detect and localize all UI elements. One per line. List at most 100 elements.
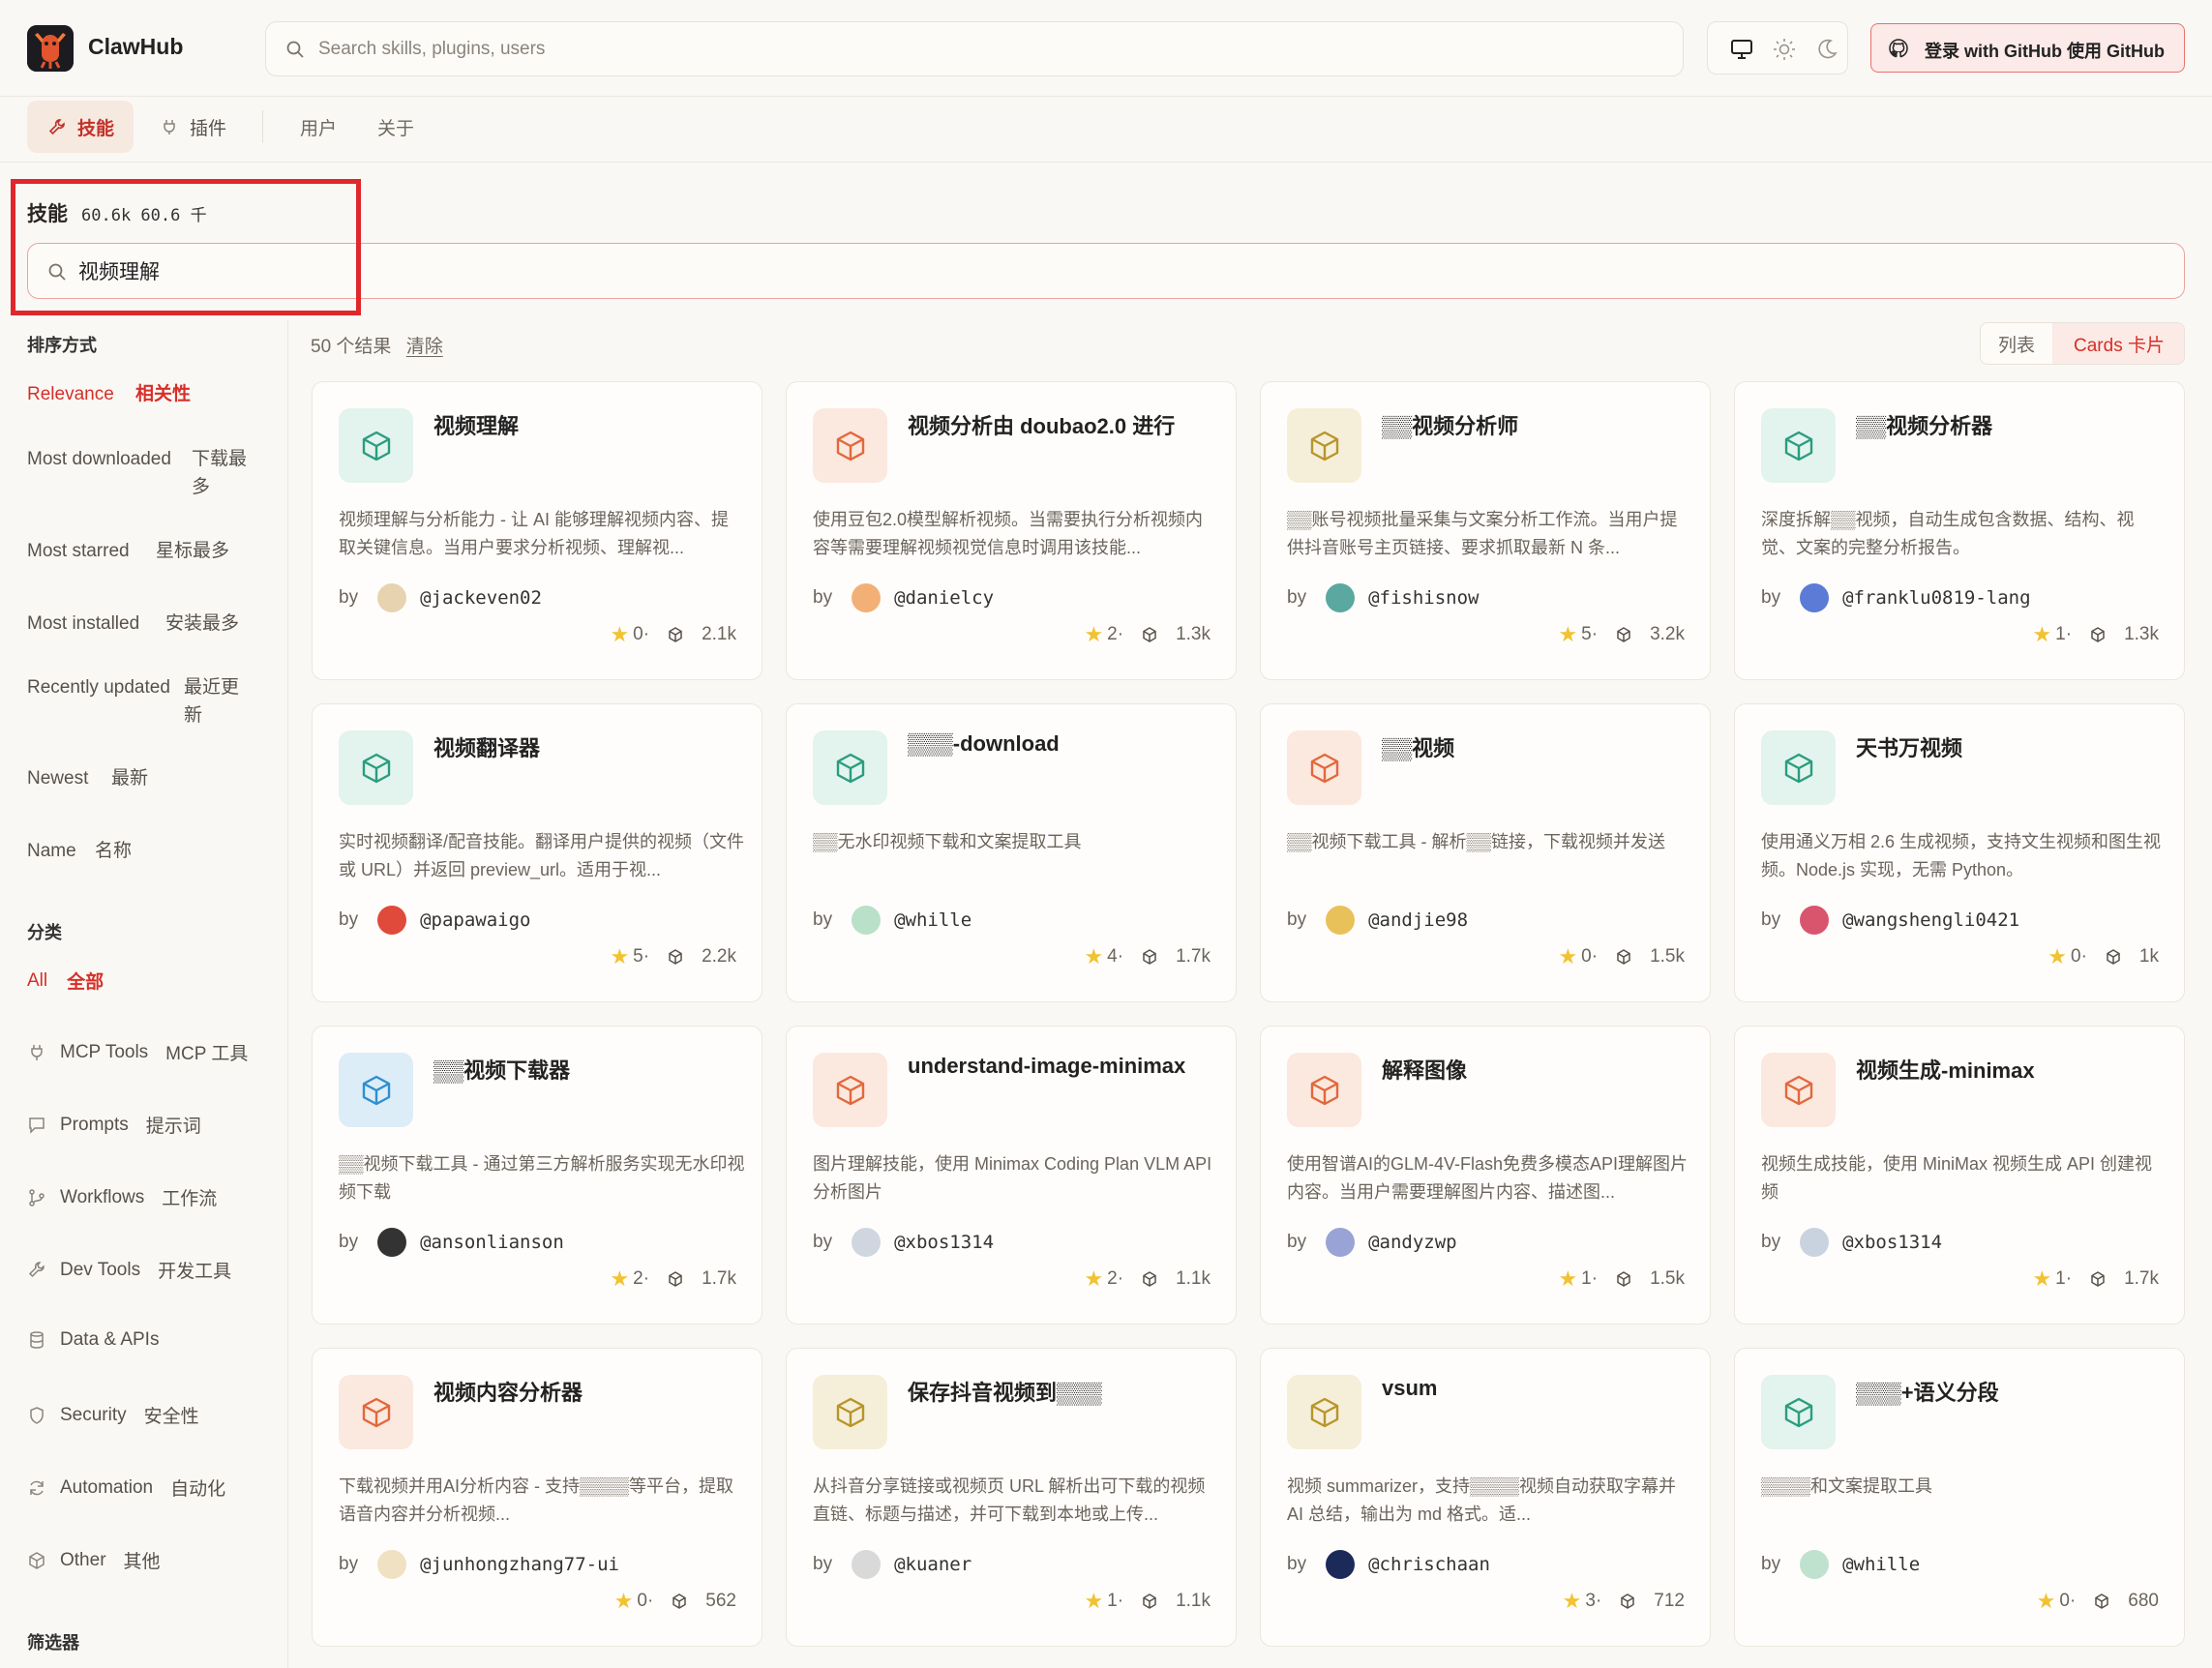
skill-title[interactable]: 视频翻译器 xyxy=(433,731,743,762)
category-security[interactable]: Security 安全性 xyxy=(27,1402,199,1428)
skill-author: by @xbos1314 xyxy=(813,1228,994,1257)
skill-title[interactable]: understand-image-minimax xyxy=(908,1054,1217,1079)
skill-title[interactable]: ▒▒视频分析器 xyxy=(1856,409,2166,440)
sort-most-starred[interactable]: Most starred 星标最多 xyxy=(27,537,229,565)
author-handle[interactable]: @papawaigo xyxy=(420,909,530,931)
clear-results-link[interactable]: 清除 xyxy=(406,337,443,357)
category-label-en: MCP Tools xyxy=(60,1041,149,1062)
avatar xyxy=(377,1228,407,1257)
star-count: 2 xyxy=(633,1268,643,1289)
skill-card[interactable]: ▒▒视频分析器 深度拆解▒▒视频，自动生成包含数据、结构、视觉、文案的完整分析报… xyxy=(1734,381,2185,680)
by-label: by xyxy=(1761,1554,1781,1574)
category-mcp-tools[interactable]: MCP Tools MCP 工具 xyxy=(27,1039,248,1065)
sort-newest[interactable]: Newest 最新 xyxy=(27,764,148,792)
monitor-icon[interactable] xyxy=(1729,37,1754,62)
author-handle[interactable]: @whille xyxy=(1842,1554,1920,1575)
tab-users[interactable]: 用户 xyxy=(300,101,337,153)
app-name[interactable]: ClawHub xyxy=(88,34,183,60)
author-handle[interactable]: @wangshengli0421 xyxy=(1842,909,2019,931)
author-handle[interactable]: @ansonlianson xyxy=(420,1232,564,1253)
tab-plugins[interactable]: 插件 xyxy=(155,101,252,153)
author-handle[interactable]: @jackeven02 xyxy=(420,587,542,609)
category-automation[interactable]: Automation 自动化 xyxy=(27,1474,225,1501)
global-search[interactable] xyxy=(265,21,1684,76)
tab-about-label: 关于 xyxy=(377,118,415,139)
view-cards-button[interactable]: Cards 卡片 xyxy=(2052,323,2184,364)
moon-icon[interactable] xyxy=(1814,37,1839,62)
skill-card[interactable]: ▒▒视频 ▒▒视频下载工具 - 解析▒▒链接，下载视频并发送 by @andji… xyxy=(1260,703,1711,1002)
author-handle[interactable]: @fishisnow xyxy=(1368,587,1479,609)
skill-title[interactable]: 保存抖音视频到▒▒▒ xyxy=(908,1376,1217,1407)
view-list-button[interactable]: 列表 xyxy=(1981,323,2052,364)
skill-stats: ★ 5 · 3.2k xyxy=(1558,622,1685,647)
skill-card[interactable]: ▒▒▒-download ▒▒无水印视频下载和文案提取工具 by @whille… xyxy=(786,703,1237,1002)
author-handle[interactable]: @whille xyxy=(894,909,971,931)
install-count: 1.7k xyxy=(1176,946,1211,967)
skill-card[interactable]: 保存抖音视频到▒▒▒ 从抖音分享链接或视频页 URL 解析出可下载的视频直链、标… xyxy=(786,1348,1237,1647)
skill-search-input[interactable] xyxy=(78,256,2159,285)
skill-card[interactable]: vsum 视频 summarizer，支持▒▒▒▒视频自动获取字幕并 AI 总结… xyxy=(1260,1348,1711,1647)
author-handle[interactable]: @xbos1314 xyxy=(894,1232,994,1253)
category-other[interactable]: Other 其他 xyxy=(27,1547,161,1573)
category-data-apis[interactable]: Data & APIs xyxy=(27,1329,176,1351)
skill-description: 下载视频并用AI分析内容 - 支持▒▒▒▒等平台，提取语音内容并分析视频... xyxy=(339,1476,734,1524)
tab-about[interactable]: 关于 xyxy=(377,101,414,153)
author-handle[interactable]: @chrischaan xyxy=(1368,1554,1490,1575)
author-handle[interactable]: @xbos1314 xyxy=(1842,1232,1942,1253)
sort-recently-updated[interactable]: Recently updated 最近更新 xyxy=(27,673,246,730)
author-handle[interactable]: @danielcy xyxy=(894,587,994,609)
sort-name[interactable]: Name 名称 xyxy=(27,837,132,865)
skill-title[interactable]: ▒▒视频 xyxy=(1382,731,1691,762)
tab-skills[interactable]: 技能 xyxy=(27,101,134,153)
author-handle[interactable]: @junhongzhang77-ui xyxy=(420,1554,619,1575)
skill-card[interactable]: ▒▒▒+语义分段 ▒▒▒▒和文案提取工具 by @whille ★ 0 · 680 xyxy=(1734,1348,2185,1647)
skill-card[interactable]: ▒▒视频下载器 ▒▒视频下载工具 - 通过第三方解析服务实现无水印视频下载 by… xyxy=(312,1026,762,1325)
skill-title[interactable]: 解释图像 xyxy=(1382,1054,1691,1085)
category-workflows[interactable]: Workflows 工作流 xyxy=(27,1184,217,1210)
skill-title[interactable]: 视频内容分析器 xyxy=(433,1376,743,1407)
skill-title[interactable]: 视频理解 xyxy=(433,409,743,440)
global-search-input[interactable] xyxy=(318,36,1654,63)
install-count: 1.3k xyxy=(2124,624,2159,644)
author-handle[interactable]: @kuaner xyxy=(894,1554,971,1575)
star-icon: ★ xyxy=(2032,1266,2052,1291)
skill-title[interactable]: 视频生成-minimax xyxy=(1856,1054,2166,1085)
sort-relevance[interactable]: Relevance 相关性 xyxy=(27,380,191,408)
search-icon xyxy=(286,41,304,58)
skill-title[interactable]: ▒▒▒+语义分段 xyxy=(1856,1376,2166,1407)
skill-title[interactable]: ▒▒视频分析师 xyxy=(1382,409,1691,440)
category-heading: 分类 xyxy=(27,923,62,942)
skill-card[interactable]: understand-image-minimax 图片理解技能，使用 Minim… xyxy=(786,1026,1237,1325)
login-github-button[interactable]: 登录 with GitHub 使用 GitHub xyxy=(1870,23,2185,73)
skill-description: 实时视频翻译/配音技能。翻译用户提供的视频（文件或 URL）并返回 previe… xyxy=(339,832,744,879)
category-dev-tools[interactable]: Dev Tools 开发工具 xyxy=(27,1257,231,1283)
by-label: by xyxy=(813,909,833,930)
skill-card[interactable]: 视频分析由 doubao2.0 进行 使用豆包2.0模型解析视频。当需要执行分析… xyxy=(786,381,1237,680)
clawhub-logo-icon[interactable] xyxy=(27,25,74,72)
skill-card[interactable]: 视频翻译器 实时视频翻译/配音技能。翻译用户提供的视频（文件或 URL）并返回 … xyxy=(312,703,762,1002)
author-handle[interactable]: @franklu0819-lang xyxy=(1842,587,2030,609)
skill-title[interactable]: 视频分析由 doubao2.0 进行 xyxy=(908,409,1217,440)
skill-description: ▒▒无水印视频下载和文案提取工具 xyxy=(813,832,1082,851)
skill-stats: ★ 0 · 2.1k xyxy=(610,622,736,647)
skill-title[interactable]: 天书万视频 xyxy=(1856,731,2166,762)
skill-title[interactable]: ▒▒视频下载器 xyxy=(433,1054,743,1085)
skill-card[interactable]: 视频内容分析器 下载视频并用AI分析内容 - 支持▒▒▒▒等平台，提取语音内容并… xyxy=(312,1348,762,1647)
sort-most-installed[interactable]: Most installed 安装最多 xyxy=(27,610,239,638)
sort-most-downloaded[interactable]: Most downloaded 下载最多 xyxy=(27,445,250,501)
skill-stats: ★ 1 · 1.7k xyxy=(2032,1266,2159,1292)
skill-title[interactable]: ▒▒▒-download xyxy=(908,731,1217,757)
skill-card[interactable]: 视频理解 视频理解与分析能力 - 让 AI 能够理解视频内容、提取关键信息。当用… xyxy=(312,381,762,680)
skill-card[interactable]: ▒▒视频分析师 ▒▒账号视频批量采集与文案分析工作流。当用户提供抖音账号主页链接… xyxy=(1260,381,1711,680)
skill-card[interactable]: 天书万视频 使用通义万相 2.6 生成视频，支持文生视频和图生视频。Node.j… xyxy=(1734,703,2185,1002)
sort-label-zh: 相关性 xyxy=(135,384,192,404)
category-prompts[interactable]: Prompts 提示词 xyxy=(27,1112,201,1138)
author-handle[interactable]: @andjie98 xyxy=(1368,909,1468,931)
category-all[interactable]: All 全部 xyxy=(27,968,104,994)
sun-icon[interactable] xyxy=(1772,37,1797,62)
skill-title[interactable]: vsum xyxy=(1382,1376,1691,1401)
skill-card[interactable]: 解释图像 使用智谱AI的GLM-4V-Flash免费多模态API理解图片内容。当… xyxy=(1260,1026,1711,1325)
skill-card[interactable]: 视频生成-minimax 视频生成技能，使用 MiniMax 视频生成 API … xyxy=(1734,1026,2185,1325)
author-handle[interactable]: @andyzwp xyxy=(1368,1232,1457,1253)
skill-cube-icon xyxy=(1287,730,1361,805)
